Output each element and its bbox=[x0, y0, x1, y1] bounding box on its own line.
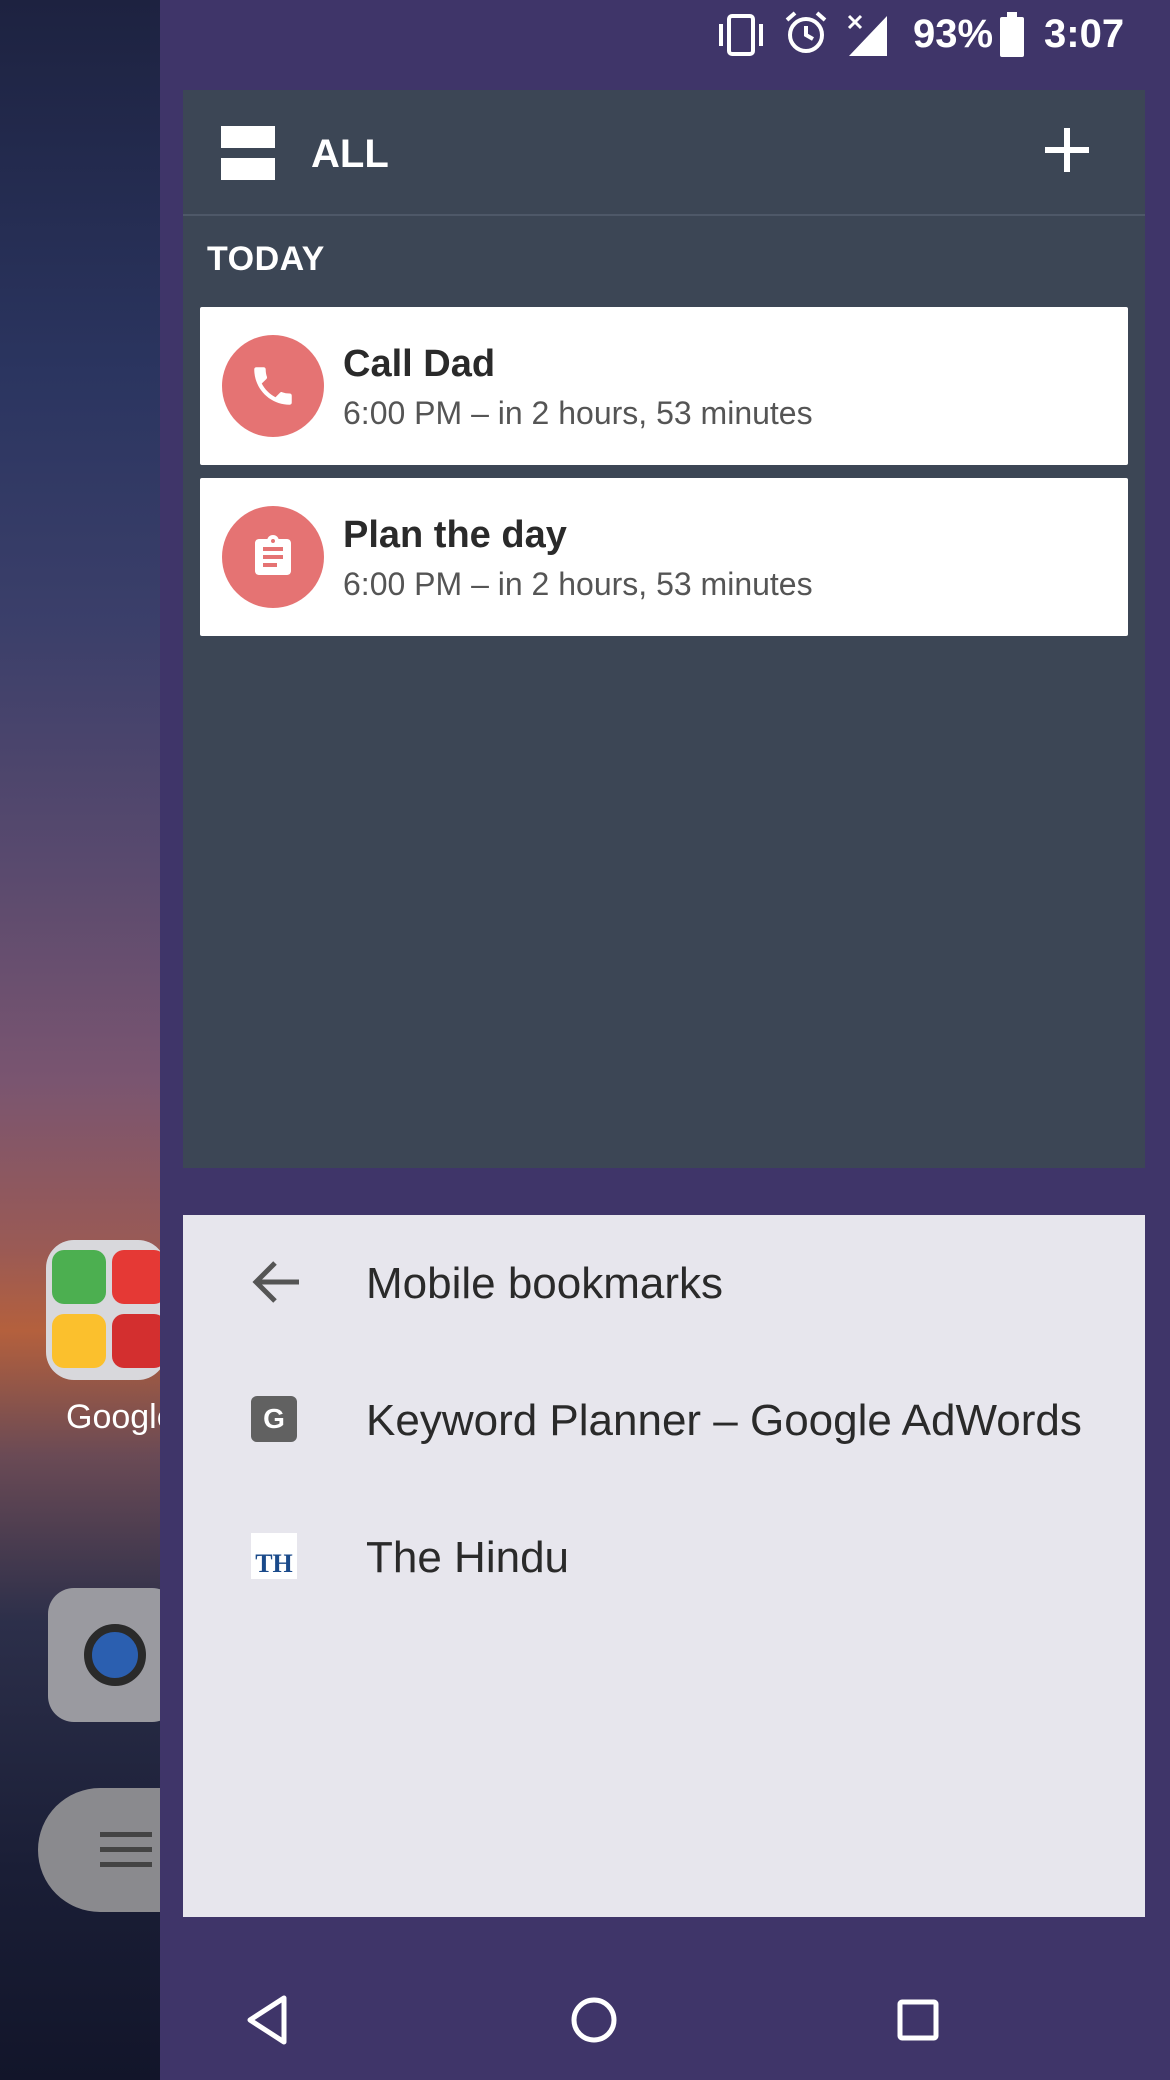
bookmark-title: The Hindu bbox=[366, 1533, 570, 1582]
back-icon[interactable] bbox=[238, 1988, 302, 2052]
signal-icon bbox=[845, 12, 891, 68]
battery-percent: 93% bbox=[913, 12, 994, 56]
list-toggle-icon[interactable] bbox=[221, 126, 275, 180]
task-due-time: 6:00 PM – in 2 hours, 53 minutes bbox=[343, 395, 813, 431]
the-hindu-favicon-icon: TH bbox=[251, 1533, 297, 1579]
task-due-time: 6:00 PM – in 2 hours, 53 minutes bbox=[343, 566, 813, 602]
bookmarks-folder-title: Mobile bookmarks bbox=[366, 1259, 724, 1308]
clipboard-icon bbox=[222, 506, 324, 608]
widget-header: ALL bbox=[183, 90, 1145, 216]
widget-title[interactable]: ALL bbox=[311, 132, 389, 177]
home-wallpaper: Google bbox=[0, 0, 238, 2080]
bookmarks-widget: Mobile bookmarks G Keyword Planner – Goo… bbox=[183, 1215, 1145, 1917]
menu-icon bbox=[100, 1832, 152, 1877]
status-bar: 93% 3:07 bbox=[160, 0, 1170, 72]
home-icon[interactable] bbox=[562, 1988, 626, 2052]
recents-icon[interactable] bbox=[886, 1988, 950, 2052]
alarm-icon bbox=[783, 10, 829, 66]
bookmark-item[interactable]: TH The Hindu bbox=[183, 1495, 1145, 1615]
vibrate-icon bbox=[715, 12, 767, 68]
back-arrow-icon[interactable] bbox=[251, 1259, 299, 1305]
task-title: Call Dad bbox=[343, 343, 496, 385]
task-title: Plan the day bbox=[343, 514, 567, 556]
google-favicon-icon: G bbox=[251, 1396, 297, 1442]
task-item[interactable]: Plan the day 6:00 PM – in 2 hours, 53 mi… bbox=[200, 478, 1128, 636]
google-folder-icon[interactable] bbox=[46, 1240, 166, 1380]
camera-app-icon[interactable] bbox=[48, 1588, 178, 1722]
task-item[interactable]: Call Dad 6:00 PM – in 2 hours, 53 minute… bbox=[200, 307, 1128, 465]
battery-icon bbox=[998, 12, 1026, 68]
section-today: TODAY bbox=[207, 240, 325, 278]
bookmarks-back-row[interactable]: Mobile bookmarks bbox=[183, 1221, 1145, 1341]
bookmark-title: Keyword Planner – Google AdWords bbox=[366, 1396, 1082, 1445]
navigation-bar bbox=[160, 1960, 1170, 2080]
plus-icon[interactable] bbox=[1043, 114, 1091, 186]
bookmark-item[interactable]: G Keyword Planner – Google AdWords bbox=[183, 1358, 1145, 1478]
phone-icon bbox=[222, 335, 324, 437]
clock: 3:07 bbox=[1044, 12, 1125, 56]
tasks-widget: ALL TODAY Call Dad 6:00 PM – in 2 hours,… bbox=[183, 90, 1145, 1168]
